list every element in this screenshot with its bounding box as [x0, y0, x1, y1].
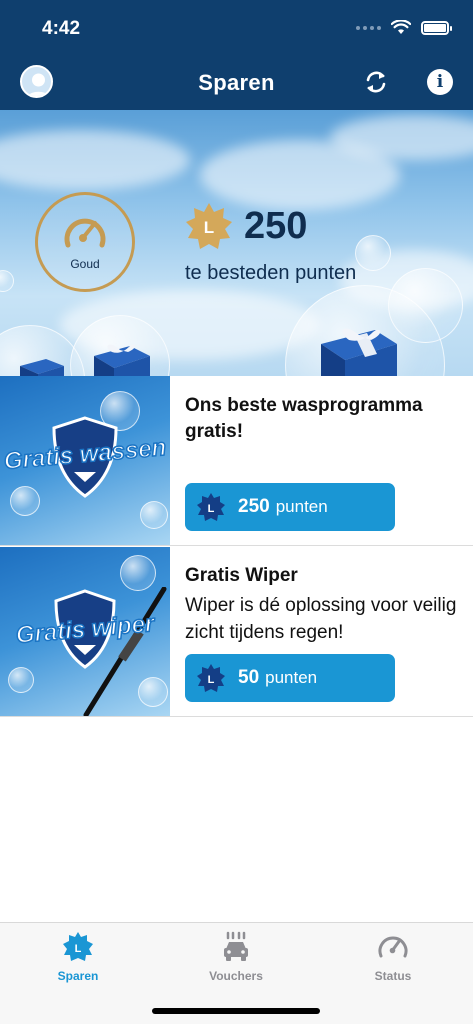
home-indicator[interactable] — [152, 1008, 320, 1014]
points-caption: te besteden punten — [185, 262, 357, 284]
offer-image[interactable]: Gratis wassen — [0, 376, 170, 545]
loyalty-star-icon: L — [197, 493, 225, 521]
loyalty-star-icon: L — [63, 932, 93, 961]
level-name: Goud — [70, 257, 100, 271]
status-bar: 4:42 — [0, 0, 473, 60]
tab-sparen[interactable]: L Sparen — [18, 931, 138, 983]
offer-image-text: Gratis wassen — [2, 434, 168, 474]
offer-card[interactable]: Gratis wassen Ons beste wasprogramma gra… — [0, 376, 473, 546]
tab-label: Sparen — [57, 969, 99, 983]
page-title: Sparen — [198, 70, 275, 95]
offer-points: 50 — [238, 667, 260, 688]
points-balance: 250 — [244, 205, 308, 247]
tab-status[interactable]: Status — [333, 931, 453, 983]
svg-text:Gratis wiper: Gratis wiper — [15, 610, 157, 649]
nav-bar: Sparen i — [0, 60, 473, 110]
svg-text:L: L — [208, 674, 215, 686]
offer-card[interactable]: Gratis wiper Gratis Wiper Wiper is dé op… — [0, 547, 473, 717]
star-letter: L — [204, 218, 214, 237]
offer-image[interactable]: Gratis wiper — [0, 547, 170, 716]
points-header: Goud L 250 te besteden punten — [0, 110, 473, 376]
loyalty-star-icon: L — [186, 203, 232, 249]
speedometer-icon — [64, 218, 106, 248]
offer-points: 250 — [238, 496, 270, 517]
gift-icon — [321, 328, 397, 376]
offer-title: Gratis Wiper — [185, 565, 298, 586]
battery-icon — [421, 20, 452, 35]
refresh-icon[interactable] — [362, 68, 390, 96]
tab-label: Vouchers — [209, 969, 263, 983]
status-time: 4:42 — [42, 18, 81, 39]
offer-image-text: Gratis wiper — [14, 609, 158, 649]
gift-icon — [94, 344, 150, 376]
svg-text:L: L — [208, 503, 215, 515]
redeem-button[interactable]: L 250 punten — [185, 483, 395, 531]
info-icon[interactable]: i — [427, 69, 453, 95]
offer-title: Ons beste wasprogramma gratis! — [185, 395, 423, 442]
tab-vouchers[interactable]: Vouchers — [176, 931, 296, 983]
signal-icon — [356, 25, 381, 30]
tab-label: Status — [374, 969, 412, 983]
loyalty-star-icon: L — [197, 664, 225, 692]
status-icons — [356, 20, 452, 35]
level-badge: Goud — [35, 192, 135, 292]
gift-icon — [20, 359, 64, 376]
wifi-icon — [391, 20, 411, 34]
svg-text:L: L — [75, 943, 82, 955]
offer-points-unit: punten — [265, 668, 318, 687]
offer-points-unit: punten — [275, 497, 328, 516]
car-wash-icon — [224, 931, 248, 961]
svg-text:Gratis wassen: Gratis wassen — [3, 434, 167, 474]
speedometer-icon — [378, 936, 408, 958]
offer-description: Wiper is dé oplossing voor veilig zicht … — [185, 595, 457, 643]
wiper-icon — [83, 587, 167, 716]
redeem-button[interactable]: L 50 punten — [185, 654, 395, 702]
